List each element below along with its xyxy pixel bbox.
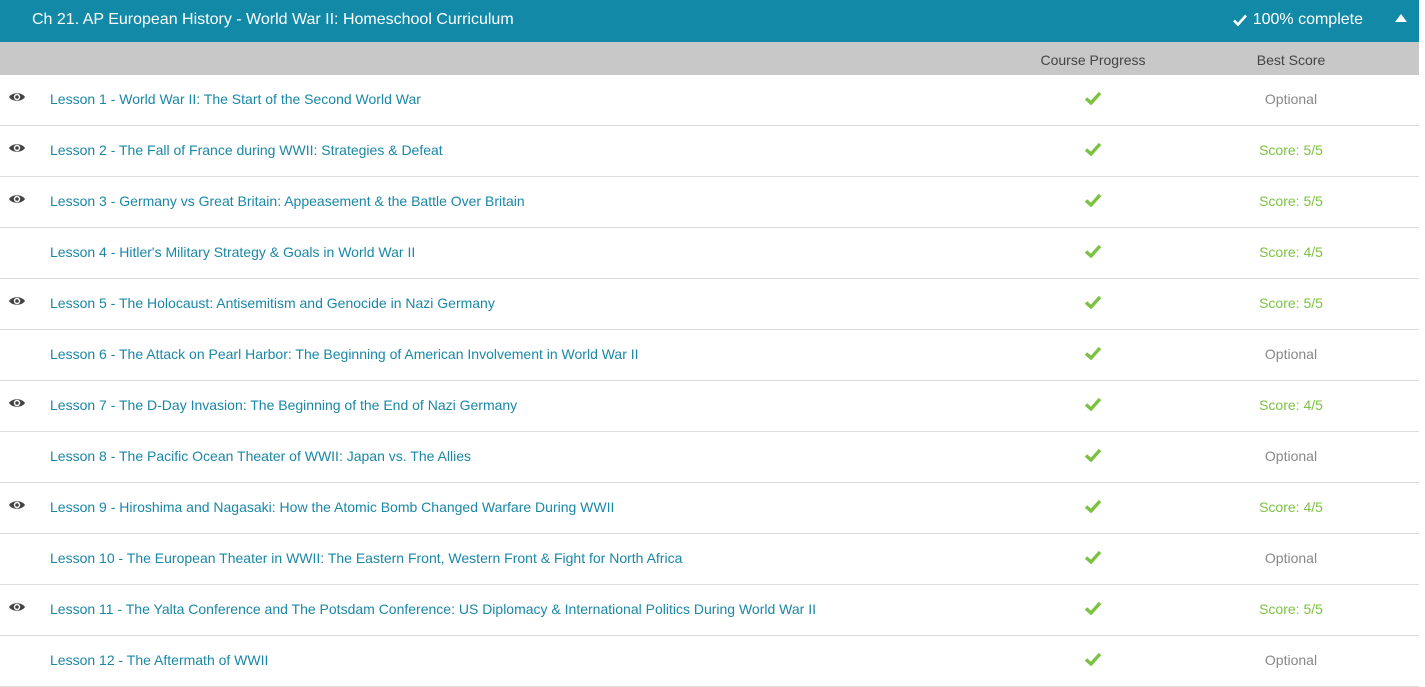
lesson-link[interactable]: Lesson 2 - The Fall of France during WWI… (50, 142, 443, 158)
score-label: Score: 5/5 (1259, 295, 1323, 311)
lesson-link[interactable]: Lesson 4 - Hitler's Military Strategy & … (50, 244, 415, 260)
optional-label: Optional (1264, 448, 1318, 464)
optional-label: Optional (1264, 652, 1318, 668)
checkmark-icon (1084, 142, 1102, 156)
lesson-link[interactable]: Lesson 5 - The Holocaust: Antisemitism a… (50, 295, 495, 311)
lesson-row: Lesson 4 - Hitler's Military Strategy & … (0, 228, 1419, 279)
checkmark-icon (1084, 448, 1102, 462)
checkmark-icon (1084, 652, 1102, 666)
lesson-link[interactable]: Lesson 12 - The Aftermath of WWII (50, 652, 268, 668)
chapter-header[interactable]: Ch 21. AP European History - World War I… (0, 0, 1419, 42)
checkmark-icon (1084, 346, 1102, 360)
score-label: Score: 4/5 (1259, 499, 1323, 515)
score-label: Score: 5/5 (1259, 193, 1323, 209)
eye-icon (9, 93, 25, 101)
column-header-row: Course Progress Best Score (0, 42, 1419, 75)
optional-label: Optional (1264, 91, 1318, 107)
score-label: Score: 5/5 (1259, 601, 1323, 617)
lesson-row: Lesson 6 - The Attack on Pearl Harbor: T… (0, 330, 1419, 381)
lesson-link[interactable]: Lesson 9 - Hiroshima and Nagasaki: How t… (50, 499, 614, 515)
checkmark-icon (1084, 601, 1102, 615)
lesson-list: Lesson 1 - World War II: The Start of th… (0, 75, 1419, 687)
eye-icon (9, 195, 25, 203)
lesson-link[interactable]: Lesson 8 - The Pacific Ocean Theater of … (50, 448, 471, 464)
checkmark-icon (1084, 91, 1102, 105)
lesson-link[interactable]: Lesson 6 - The Attack on Pearl Harbor: T… (50, 346, 639, 362)
lesson-link[interactable]: Lesson 3 - Germany vs Great Britain: App… (50, 193, 525, 209)
completion-label: 100% complete (1252, 11, 1363, 28)
score-label: Score: 4/5 (1259, 244, 1323, 260)
checkmark-icon (1084, 295, 1102, 309)
completion-status: 100% complete (1232, 11, 1363, 29)
lesson-row: Lesson 3 - Germany vs Great Britain: App… (0, 177, 1419, 228)
lesson-row: Lesson 9 - Hiroshima and Nagasaki: How t… (0, 483, 1419, 534)
column-header-score: Best Score (1256, 52, 1326, 68)
checkmark-icon (1084, 397, 1102, 411)
lesson-link[interactable]: Lesson 1 - World War II: The Start of th… (50, 91, 421, 107)
lesson-row: Lesson 10 - The European Theater in WWII… (0, 534, 1419, 585)
lesson-row: Lesson 1 - World War II: The Start of th… (0, 75, 1419, 126)
lesson-row: Lesson 8 - The Pacific Ocean Theater of … (0, 432, 1419, 483)
chapter-panel: Ch 21. AP European History - World War I… (0, 0, 1419, 687)
chapter-title: Ch 21. AP European History - World War I… (32, 11, 514, 28)
eye-icon (9, 399, 25, 407)
column-header-progress: Course Progress (1040, 52, 1146, 68)
optional-label: Optional (1264, 346, 1318, 362)
eye-icon (9, 297, 25, 305)
lesson-row: Lesson 2 - The Fall of France during WWI… (0, 126, 1419, 177)
caret-up-icon[interactable] (1395, 14, 1407, 22)
lesson-row: Lesson 12 - The Aftermath of WWII Optiona… (0, 636, 1419, 687)
eye-icon (9, 603, 25, 611)
lesson-link[interactable]: Lesson 11 - The Yalta Conference and The… (50, 601, 816, 617)
optional-label: Optional (1264, 550, 1318, 566)
lesson-row: Lesson 5 - The Holocaust: Antisemitism a… (0, 279, 1419, 330)
lesson-link[interactable]: Lesson 7 - The D-Day Invasion: The Begin… (50, 397, 517, 413)
checkmark-icon (1084, 550, 1102, 564)
eye-icon (9, 144, 25, 152)
score-label: Score: 4/5 (1259, 397, 1323, 413)
checkmark-icon (1084, 244, 1102, 258)
lesson-row: Lesson 11 - The Yalta Conference and The… (0, 585, 1419, 636)
lesson-row: Lesson 7 - The D-Day Invasion: The Begin… (0, 381, 1419, 432)
lesson-link[interactable]: Lesson 10 - The European Theater in WWII… (50, 550, 682, 566)
checkmark-icon (1084, 193, 1102, 207)
checkmark-icon (1084, 499, 1102, 513)
checkmark-icon (1232, 14, 1247, 26)
score-label: Score: 5/5 (1259, 142, 1323, 158)
eye-icon (9, 501, 25, 509)
